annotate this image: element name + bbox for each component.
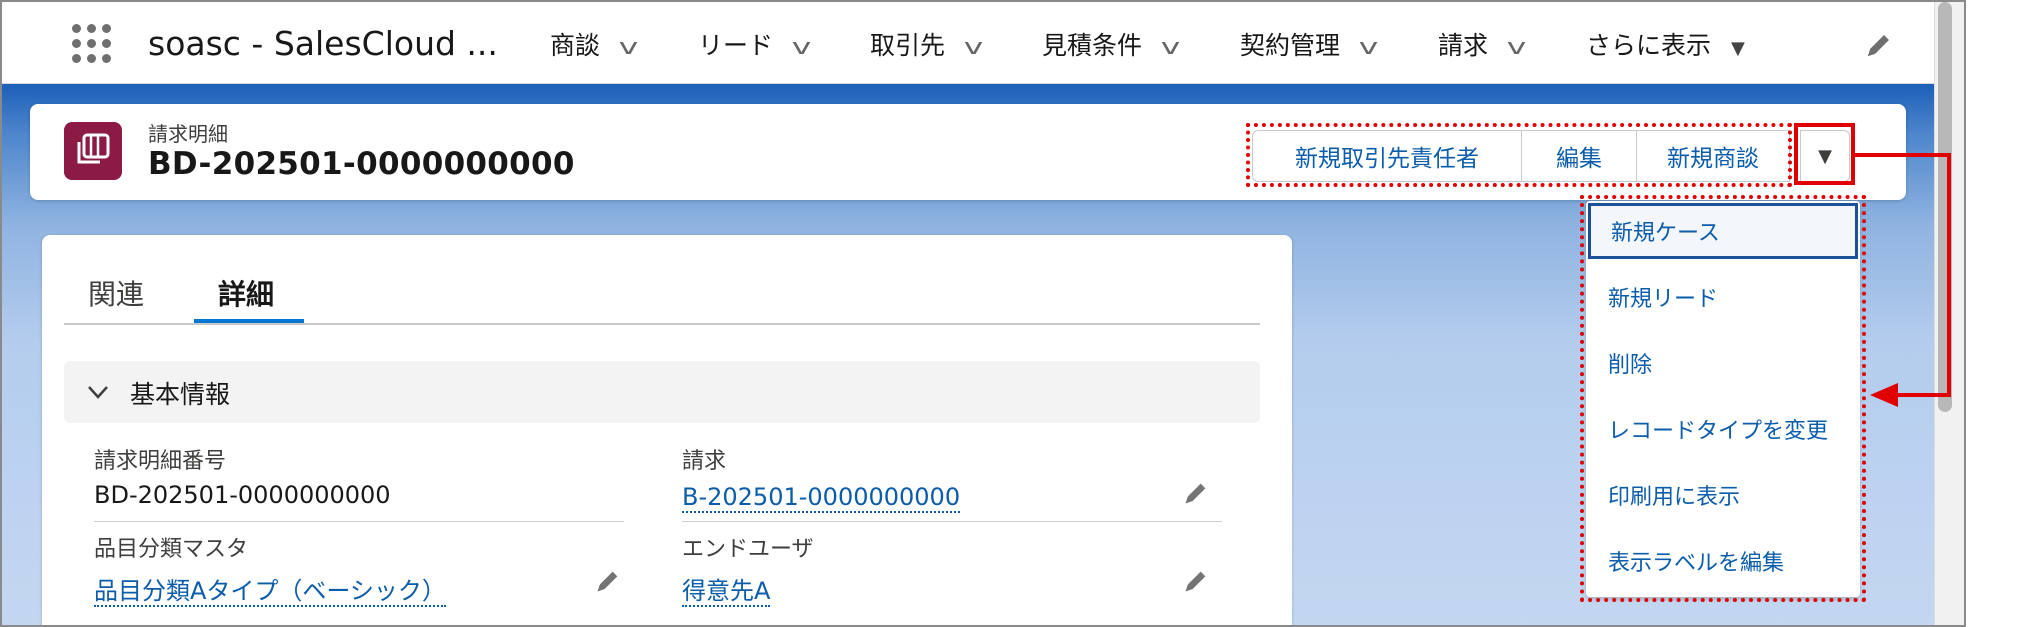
nav-item-leads[interactable]: リード v [698,26,811,62]
field-divider [94,521,624,522]
nav-item-label: 商談 [550,31,601,60]
record-detail-card: 関連 詳細 基本情報 請求明細番号 BD-202501-0000000000 請… [42,235,1292,625]
chevron-down-icon [88,386,108,399]
pencil-icon[interactable] [594,567,622,595]
app-launcher-icon[interactable] [70,22,114,66]
record-type-label: 請求明細 [148,122,228,146]
pencil-icon[interactable] [1864,30,1894,60]
pencil-icon[interactable] [1182,479,1210,507]
nav-item-label: 見積条件 [1042,31,1143,60]
annotation-connector [1896,393,1951,397]
annotation-arrow-icon [1870,383,1898,407]
record-icon [64,122,122,180]
field-value-line-number: BD-202501-0000000000 [94,481,391,509]
chevron-down-icon[interactable]: v [619,35,639,60]
pencil-icon[interactable] [1182,567,1210,595]
end-user-link[interactable]: 得意先A [682,577,771,607]
nav-item-label: 取引先 [870,31,946,60]
tab-related[interactable]: 関連 [88,273,144,313]
section-title: 基本情報 [130,380,231,409]
field-label-item-class: 品目分類マスタ [94,537,249,562]
section-header-basic-info[interactable]: 基本情報 [64,361,1260,423]
nav-item-accounts[interactable]: 取引先 v [870,26,983,62]
field-value-end-user-wrap: 得意先A [682,571,771,607]
caret-down-icon[interactable]: ▼ [1731,38,1745,59]
annotation-menu-highlight [1580,195,1866,602]
tab-detail[interactable]: 詳細 [218,273,274,313]
record-title: BD-202501-0000000000 [148,146,575,182]
field-label-end-user: エンドユーザ [682,537,814,562]
chevron-down-icon[interactable]: v [1507,35,1527,60]
top-navigation: soasc - SalesCloud ... 商談 v リード v 取引先 v 見積条… [2,2,1964,84]
field-label-line-number: 請求明細番号 [94,449,227,474]
annotation-buttons-highlight [1246,123,1792,187]
browser-frame: soasc - SalesCloud ... 商談 v リード v 取引先 v 見積条… [0,0,1966,627]
nav-item-label: 請求 [1438,31,1489,60]
nav-item-more[interactable]: さらに表示 ▼ [1586,26,1745,62]
field-value-invoice-wrap: B-202501-0000000000 [682,483,961,513]
nav-item-label: さらに表示 [1586,31,1712,60]
tab-divider [64,323,1260,325]
nav-item-opportunities[interactable]: 商談 v [550,26,638,62]
nav-item-label: 契約管理 [1240,31,1341,60]
chevron-down-icon[interactable]: v [1161,35,1181,60]
nav-item-quote-terms[interactable]: 見積条件 v [1042,26,1180,62]
field-label-invoice: 請求 [682,449,727,474]
annotation-connector [1855,153,1951,157]
chevron-down-icon[interactable]: v [964,35,984,60]
item-class-link[interactable]: 品目分類Aタイプ（ベーシック） [94,577,446,607]
nav-item-invoices[interactable]: 請求 v [1438,26,1526,62]
chevron-down-icon[interactable]: v [1359,35,1379,60]
field-divider [682,521,1222,522]
annotation-connector [1947,153,1951,397]
chevron-down-icon[interactable]: v [792,35,812,60]
field-value-item-class-wrap: 品目分類Aタイプ（ベーシック） [94,571,446,607]
nav-item-contracts[interactable]: 契約管理 v [1240,26,1378,62]
app-name: soasc - SalesCloud ... [148,24,498,63]
invoice-link[interactable]: B-202501-0000000000 [682,483,961,513]
annotation-dropdown-trigger-highlight [1794,123,1855,185]
nav-item-label: リード [698,31,774,60]
